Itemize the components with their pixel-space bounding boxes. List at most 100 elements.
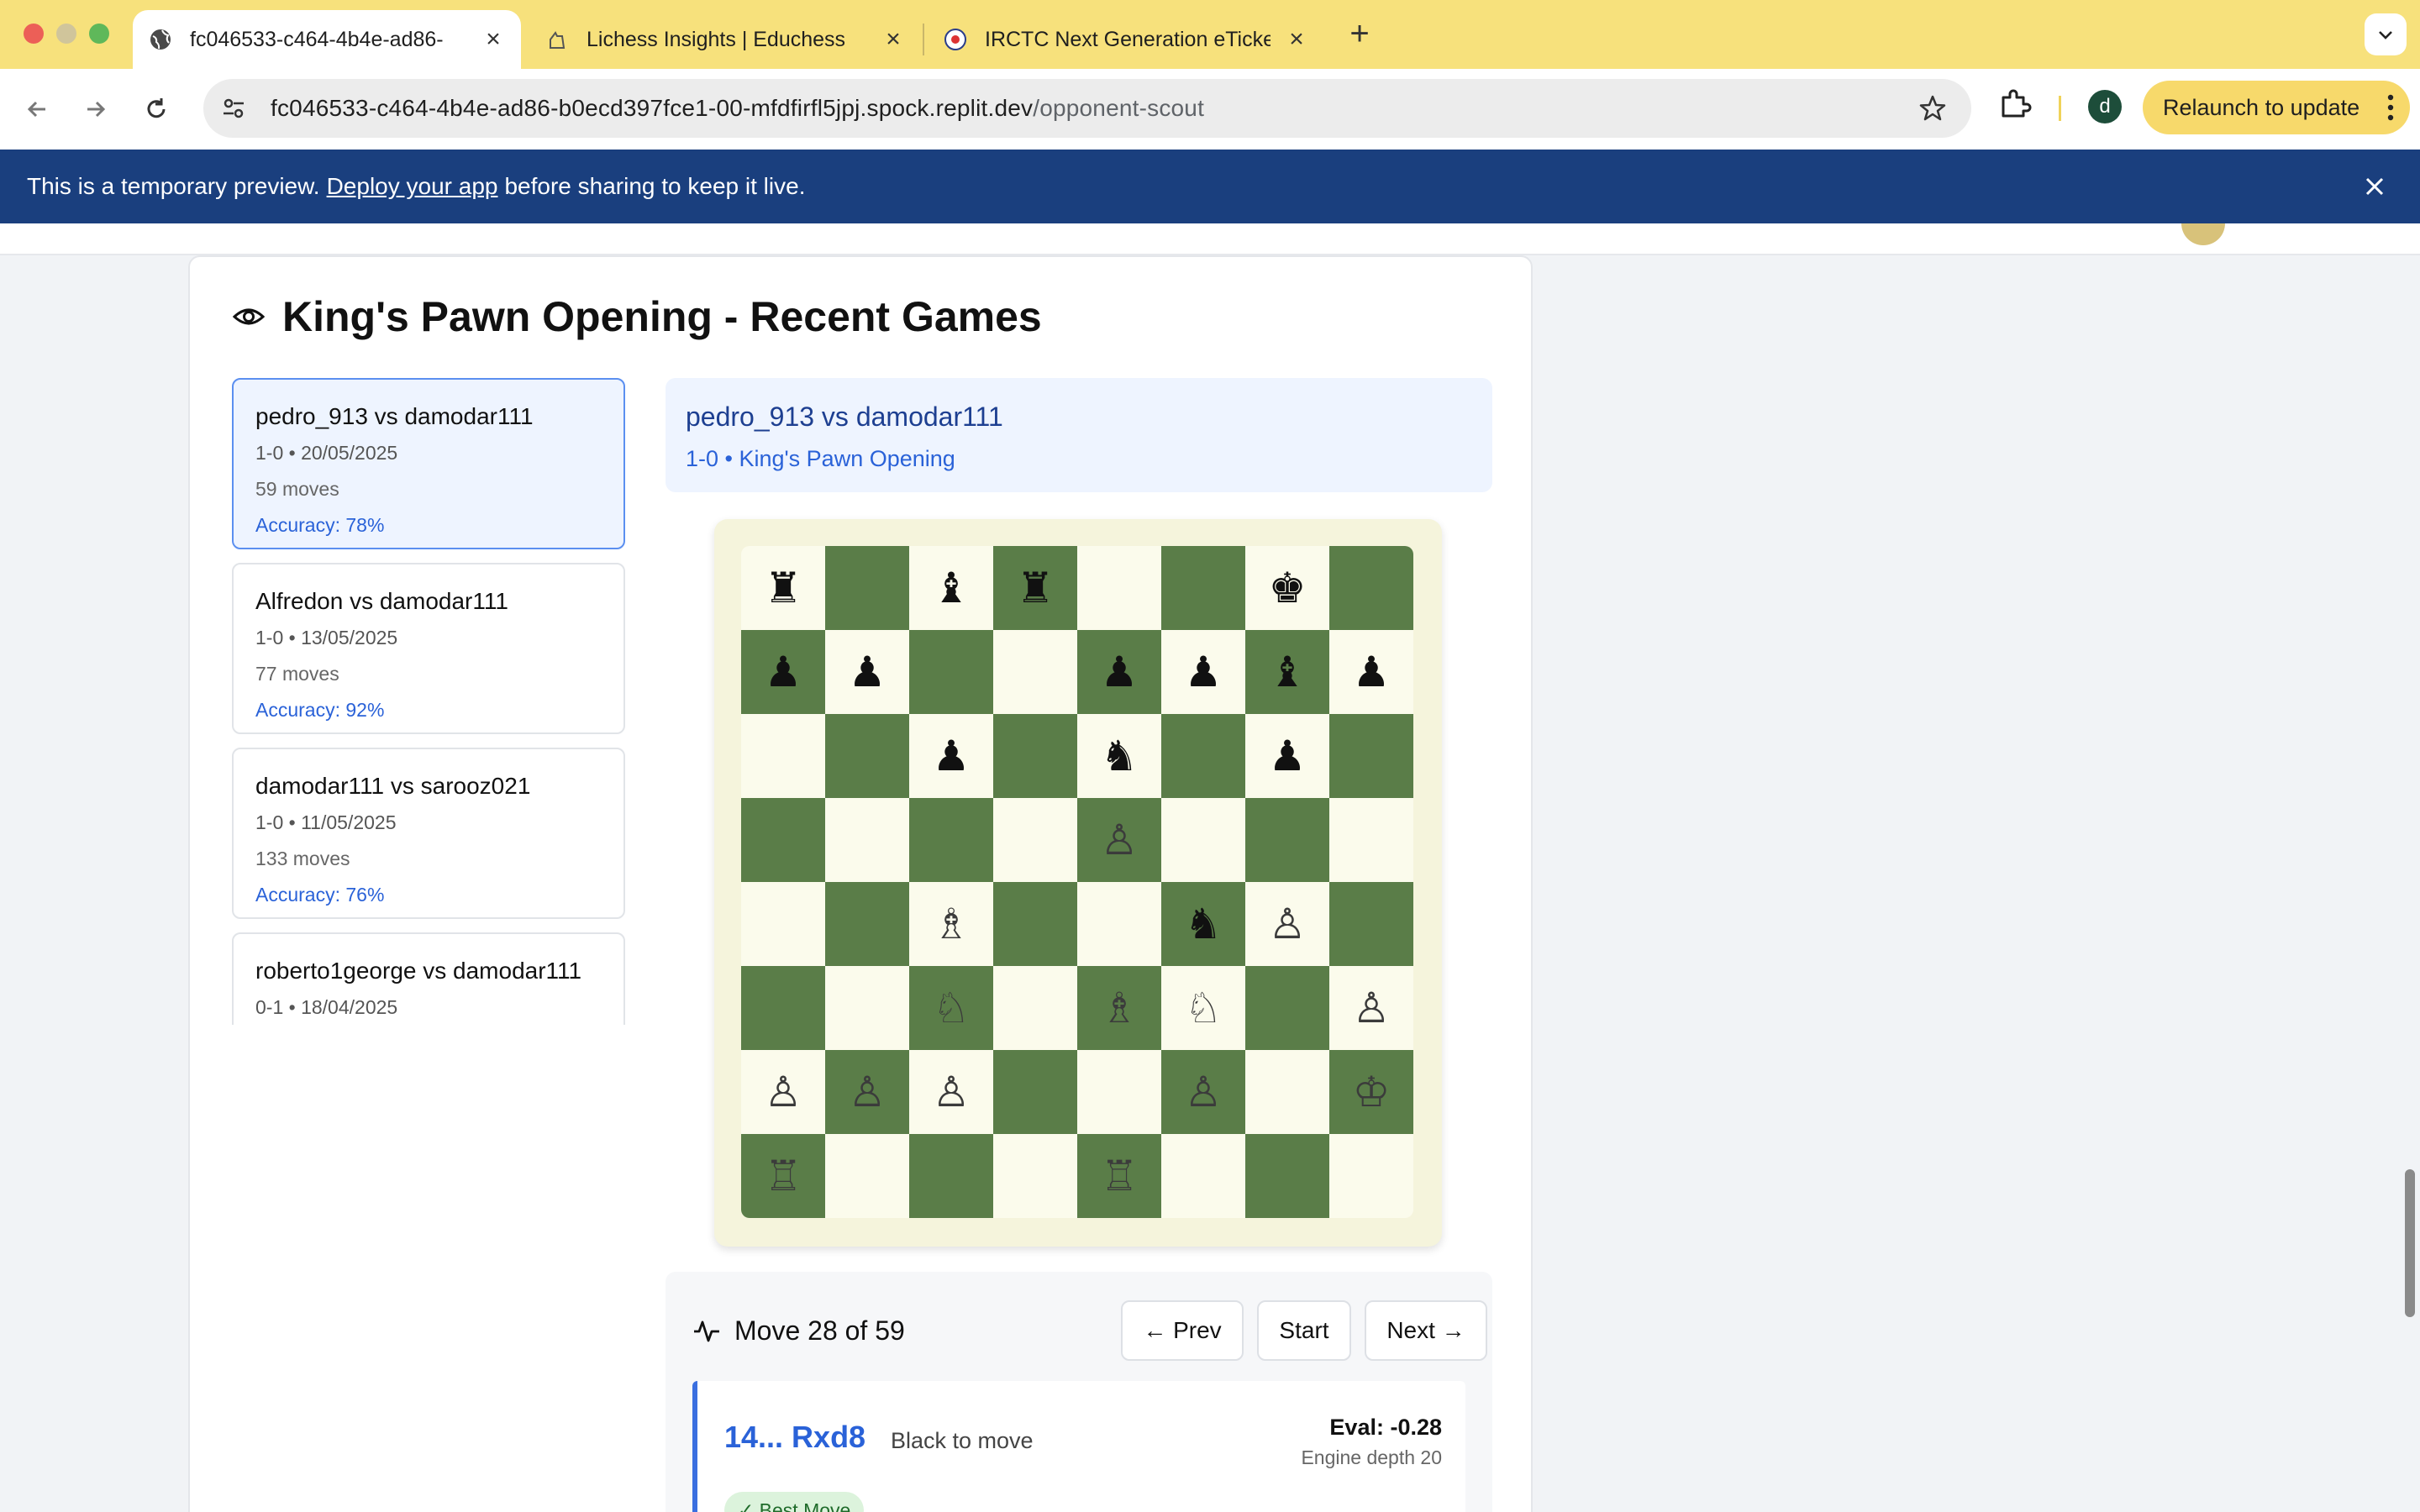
square-c5[interactable] [909,798,993,882]
new-tab-button[interactable]: + [1341,15,1378,52]
black-rook-icon[interactable]: ♜ [765,567,802,609]
square-c1[interactable] [909,1134,993,1218]
square-g8[interactable]: ♚ [1245,546,1329,630]
black-pawn-icon[interactable]: ♟ [933,735,971,777]
site-settings-icon[interactable] [218,93,249,123]
square-b6[interactable] [825,714,909,798]
close-icon[interactable]: × [481,25,506,53]
square-d4[interactable] [993,882,1077,966]
close-icon[interactable] [2360,171,2390,202]
black-pawn-icon[interactable]: ♟ [849,651,886,693]
forward-button[interactable] [72,86,119,133]
square-a3[interactable] [741,966,825,1050]
game-list-item[interactable]: pedro_913 vs damodar111 1-0 • 20/05/2025… [232,378,625,549]
white-pawn-icon[interactable]: ♙ [1269,903,1307,945]
square-a1[interactable]: ♖ [741,1134,825,1218]
white-bishop-icon[interactable]: ♗ [933,903,971,945]
square-b3[interactable] [825,966,909,1050]
square-h7[interactable]: ♟ [1329,630,1413,714]
square-a8[interactable]: ♜ [741,546,825,630]
minimize-window-button[interactable] [56,24,76,44]
square-a4[interactable] [741,882,825,966]
square-b2[interactable]: ♙ [825,1050,909,1134]
square-e6[interactable]: ♞ [1077,714,1161,798]
square-b5[interactable] [825,798,909,882]
start-button[interactable]: Start [1257,1300,1351,1361]
square-g1[interactable] [1245,1134,1329,1218]
square-e7[interactable]: ♟ [1077,630,1161,714]
square-d6[interactable] [993,714,1077,798]
white-rook-icon[interactable]: ♖ [1101,1155,1139,1197]
square-g3[interactable] [1245,966,1329,1050]
reload-button[interactable] [133,86,180,133]
close-icon[interactable]: × [1284,25,1309,53]
black-knight-icon[interactable]: ♞ [1101,735,1139,777]
chessboard[interactable]: ♜ ♝ ♜ ♚ ♟ ♟ ♟ ♟ ♝ ♟ ♟ ♞ ♟ ♙ ♗ ♞ ♙ ♘ ♗ ♘ ♙ ♙ ♙ ♙ ♙ ♔ ♖ ♖ [741,546,1413,1218]
square-f8[interactable] [1161,546,1245,630]
square-f6[interactable] [1161,714,1245,798]
square-h2[interactable]: ♔ [1329,1050,1413,1134]
square-h6[interactable] [1329,714,1413,798]
square-d2[interactable] [993,1050,1077,1134]
square-a7[interactable]: ♟ [741,630,825,714]
square-b7[interactable]: ♟ [825,630,909,714]
black-bishop-icon[interactable]: ♝ [1269,651,1307,693]
white-knight-icon[interactable]: ♘ [933,987,971,1029]
square-d8[interactable]: ♜ [993,546,1077,630]
white-knight-icon[interactable]: ♘ [1185,987,1223,1029]
square-a5[interactable] [741,798,825,882]
square-a6[interactable] [741,714,825,798]
white-bishop-icon[interactable]: ♗ [1101,987,1139,1029]
square-c3[interactable]: ♘ [909,966,993,1050]
square-d1[interactable] [993,1134,1077,1218]
square-a2[interactable]: ♙ [741,1050,825,1134]
black-pawn-icon[interactable]: ♟ [1269,735,1307,777]
square-b1[interactable] [825,1134,909,1218]
square-c2[interactable]: ♙ [909,1050,993,1134]
square-c6[interactable]: ♟ [909,714,993,798]
square-g7[interactable]: ♝ [1245,630,1329,714]
black-king-icon[interactable]: ♚ [1269,567,1307,609]
tab-search-button[interactable] [2365,13,2407,55]
bookmark-star-icon[interactable] [1918,93,1948,123]
black-pawn-icon[interactable]: ♟ [1185,651,1223,693]
square-f3[interactable]: ♘ [1161,966,1245,1050]
square-e3[interactable]: ♗ [1077,966,1161,1050]
deploy-link[interactable]: Deploy your app [327,173,498,200]
square-d3[interactable] [993,966,1077,1050]
square-e5[interactable]: ♙ [1077,798,1161,882]
maximize-window-button[interactable] [89,24,109,44]
tab-lichess-insights[interactable]: Lichess Insights | Educhess × [534,10,921,69]
address-bar[interactable]: fc046533-c464-4b4e-ad86-b0ecd397fce1-00-… [203,79,1971,138]
close-window-button[interactable] [24,24,44,44]
game-list-item[interactable]: Alfredon vs damodar111 1-0 • 13/05/2025 … [232,563,625,734]
square-h5[interactable] [1329,798,1413,882]
square-e2[interactable] [1077,1050,1161,1134]
white-pawn-icon[interactable]: ♙ [849,1071,886,1113]
black-rook-icon[interactable]: ♜ [1017,567,1055,609]
square-f5[interactable] [1161,798,1245,882]
black-knight-icon[interactable]: ♞ [1185,903,1223,945]
white-pawn-icon[interactable]: ♙ [1101,819,1139,861]
square-f2[interactable]: ♙ [1161,1050,1245,1134]
white-pawn-icon[interactable]: ♙ [933,1071,971,1113]
next-move-button[interactable]: Next → [1365,1300,1487,1361]
white-king-icon[interactable]: ♔ [1353,1071,1391,1113]
square-d7[interactable] [993,630,1077,714]
black-pawn-icon[interactable]: ♟ [1353,651,1391,693]
tab-active[interactable]: fc046533-c464-4b4e-ad86- × [133,10,521,69]
extensions-puzzle-icon[interactable] [1998,87,2032,121]
game-list-item[interactable]: damodar111 vs sarooz021 1-0 • 11/05/2025… [232,748,625,919]
square-e1[interactable]: ♖ [1077,1134,1161,1218]
prev-move-button[interactable]: ← Prev [1121,1300,1244,1361]
square-g5[interactable] [1245,798,1329,882]
black-pawn-icon[interactable]: ♟ [1101,651,1139,693]
relaunch-button[interactable]: Relaunch to update [2143,81,2410,134]
white-pawn-icon[interactable]: ♙ [765,1071,802,1113]
square-f7[interactable]: ♟ [1161,630,1245,714]
square-e4[interactable] [1077,882,1161,966]
square-g4[interactable]: ♙ [1245,882,1329,966]
square-g2[interactable] [1245,1050,1329,1134]
square-h4[interactable] [1329,882,1413,966]
game-list-item[interactable]: roberto1george vs damodar111 0-1 • 18/04… [232,932,625,1025]
